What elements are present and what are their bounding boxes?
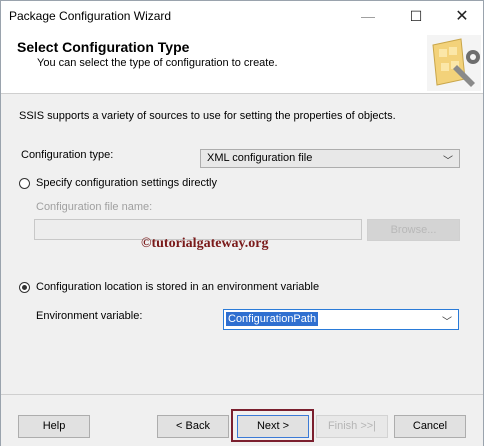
page-subtitle: You can select the type of configuration…: [37, 57, 278, 69]
chevron-down-icon: ﹀: [442, 317, 452, 328]
config-file-label: Configuration file name:: [36, 201, 153, 213]
finish-button[interactable]: Finish >>|: [316, 415, 388, 438]
watermark-text: ©tutorialgateway.org: [141, 236, 269, 251]
window-title: Package Configuration Wizard: [9, 9, 172, 23]
next-button[interactable]: Next >: [237, 415, 309, 438]
page-header: Select Configuration Type You can select…: [1, 31, 483, 94]
wizard-window: Package Configuration Wizard — ☐ ✕ Selec…: [0, 0, 484, 446]
maximize-button[interactable]: ☐: [393, 1, 439, 31]
config-type-value: XML configuration file: [207, 152, 313, 164]
footer-bar: Help < Back Next > Finish >>| Cancel: [1, 394, 483, 446]
page-title: Select Configuration Type: [17, 39, 190, 55]
radio-specify-directly-label[interactable]: Specify configuration settings directly: [36, 177, 217, 189]
content-area: SSIS supports a variety of sources to us…: [1, 94, 483, 394]
intro-text: SSIS supports a variety of sources to us…: [19, 110, 396, 122]
title-bar: Package Configuration Wizard — ☐ ✕: [1, 1, 483, 31]
cancel-button[interactable]: Cancel: [394, 415, 466, 438]
close-button[interactable]: ✕: [439, 1, 484, 31]
wizard-tools-icon: [427, 35, 481, 91]
env-var-select[interactable]: ConfigurationPath ﹀: [223, 309, 459, 330]
config-type-label: Configuration type:: [21, 149, 114, 161]
chevron-down-icon: ﹀: [443, 156, 453, 167]
minimize-button[interactable]: —: [345, 1, 391, 31]
env-var-label: Environment variable:: [36, 310, 143, 322]
env-var-value: ConfigurationPath: [226, 312, 319, 326]
radio-env-variable-label[interactable]: Configuration location is stored in an e…: [36, 281, 319, 293]
radio-specify-directly[interactable]: [19, 178, 30, 189]
back-button[interactable]: < Back: [157, 415, 229, 438]
help-button[interactable]: Help: [18, 415, 90, 438]
config-type-select[interactable]: XML configuration file ﹀: [200, 149, 460, 168]
radio-env-variable[interactable]: [19, 282, 30, 293]
browse-button[interactable]: Browse...: [367, 219, 460, 241]
